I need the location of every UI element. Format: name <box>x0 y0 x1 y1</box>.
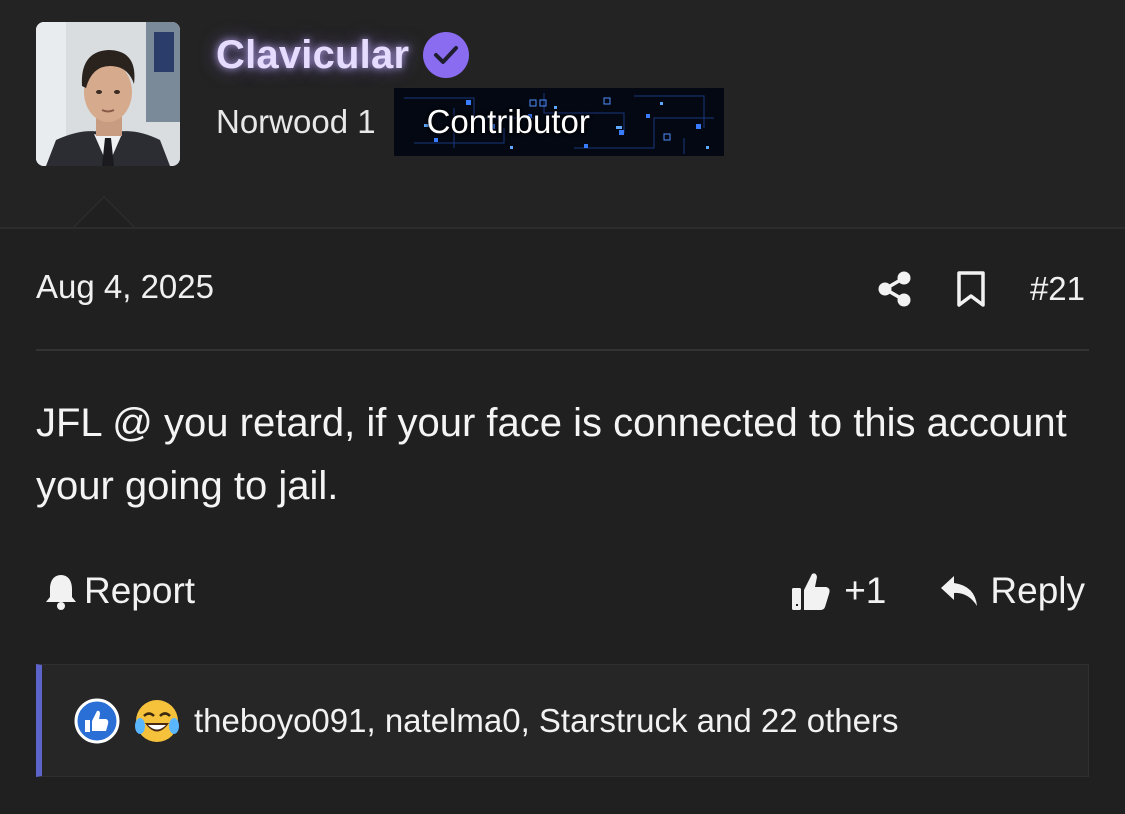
post-container: Clavicular Norwood 1 Contributor Aug 4, … <box>0 0 1125 814</box>
post-body: JFL @ you retard, if your face is connec… <box>36 401 1067 508</box>
user-meta-row: Norwood 1 Contributor <box>216 88 724 156</box>
user-header: Clavicular Norwood 1 Contributor <box>0 0 1125 229</box>
laughing-crying-reaction-icon[interactable] <box>134 698 180 744</box>
reaction-users-text[interactable]: theboyo091, natelma0, Starstruck and 22 … <box>194 702 898 740</box>
reaction-icons <box>74 698 180 744</box>
share-icon <box>878 271 911 307</box>
post-number-link[interactable]: #21 <box>1030 270 1085 308</box>
bookmark-button[interactable] <box>956 271 986 307</box>
like-count: +1 <box>844 570 887 611</box>
bell-icon <box>46 575 76 610</box>
post-meta-divider <box>36 349 1089 351</box>
post-footer-actions: +1 Reply <box>790 566 1085 616</box>
report-label: Report <box>84 570 196 611</box>
bookmark-icon <box>957 271 985 307</box>
report-button[interactable]: Report <box>44 566 195 616</box>
like-reaction-icon[interactable] <box>74 698 120 744</box>
like-button[interactable]: +1 <box>790 570 886 612</box>
reply-label: Reply <box>990 570 1085 611</box>
reply-button[interactable]: Reply <box>940 570 1085 612</box>
post-date[interactable]: Aug 4, 2025 <box>36 268 214 306</box>
thumbs-up-icon <box>792 573 830 610</box>
rank-label: Contributor <box>426 103 590 140</box>
post-top-actions: #21 <box>878 264 1085 314</box>
verified-check-icon <box>423 32 470 78</box>
reactions-summary: theboyo091, natelma0, Starstruck and 22 … <box>74 665 898 776</box>
rank-badge: Contributor <box>393 88 724 156</box>
username[interactable]: Clavicular <box>216 33 409 78</box>
user-title: Norwood 1 <box>216 103 376 140</box>
share-button[interactable] <box>878 271 912 307</box>
reactions-bar[interactable]: theboyo091, natelma0, Starstruck and 22 … <box>36 664 1089 777</box>
username-row: Clavicular <box>216 28 470 82</box>
avatar-image <box>36 22 180 166</box>
avatar[interactable] <box>36 22 180 166</box>
reply-arrow-icon <box>941 576 978 606</box>
header-divider <box>0 227 1125 229</box>
